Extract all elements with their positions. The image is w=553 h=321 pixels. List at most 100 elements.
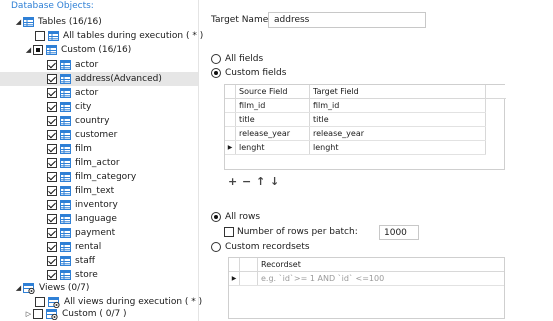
all-views-checkbox[interactable] (35, 297, 45, 307)
target-field-cell[interactable]: title (310, 113, 486, 126)
all-tables-label: All tables during execution ( * ) (63, 31, 204, 41)
column-header-source-field[interactable]: Source Field (236, 85, 310, 98)
current-row-arrow-icon: ▶ (229, 272, 240, 285)
tree-item-all-tables[interactable]: All tables during execution ( * ) (35, 29, 203, 43)
all-fields-option[interactable]: All fields (211, 54, 263, 64)
table-item-film-actor[interactable]: film_actor (0, 156, 198, 170)
table-item-payment[interactable]: payment (0, 226, 198, 240)
field-mapping-grid[interactable]: Source Field Target Field film_id film_i… (224, 84, 506, 170)
expand-arrow-icon[interactable]: ◢ (14, 284, 23, 292)
table-checkbox[interactable] (47, 186, 57, 196)
table-item-language[interactable]: language (0, 212, 198, 226)
table-item-film-category[interactable]: film_category (0, 170, 198, 184)
custom-tables-checkbox[interactable] (33, 45, 43, 55)
custom-fields-radio[interactable] (211, 68, 221, 78)
table-icon (60, 256, 71, 266)
table-icon (60, 200, 71, 210)
source-field-cell[interactable]: title (236, 113, 310, 126)
recordset-grid[interactable]: Recordset ▶ e.g. `id`>= 1 AND `id` <=100 (228, 257, 505, 319)
tree-node-views[interactable]: ◢ Views (0/7) (14, 281, 89, 295)
rows-per-batch-checkbox[interactable] (224, 227, 234, 237)
recordset-placeholder[interactable]: e.g. `id`>= 1 AND `id` <=100 (258, 272, 504, 285)
table-item-label: customer (75, 130, 118, 140)
table-row[interactable]: title title (225, 113, 486, 127)
table-item-label: film_actor (75, 158, 120, 168)
target-field-cell[interactable]: release_year (310, 127, 486, 140)
move-down-button[interactable]: ↓ (270, 176, 279, 188)
tree-node-custom[interactable]: ◢ Custom (16/16) (24, 43, 131, 57)
source-field-cell[interactable]: release_year (236, 127, 310, 140)
all-rows-radio[interactable] (211, 212, 221, 222)
tree-node-tables[interactable]: ◢ Tables (16/16) (14, 15, 102, 29)
table-item-inventory[interactable]: inventory (0, 198, 198, 212)
table-item-film-text[interactable]: film_text (0, 184, 198, 198)
expand-arrow-icon[interactable]: ◢ (24, 46, 33, 54)
custom-recordsets-radio[interactable] (211, 242, 221, 252)
row-indicator (225, 99, 236, 112)
remove-field-button[interactable]: − (242, 176, 251, 188)
table-checkbox[interactable] (47, 158, 57, 168)
tree-node-custom-label: Custom (16/16) (61, 45, 132, 55)
table-checkbox[interactable] (47, 88, 57, 98)
table-item-city[interactable]: city (0, 100, 198, 114)
table-checkbox[interactable] (47, 172, 57, 182)
target-field-cell[interactable]: lenght (310, 141, 486, 154)
column-header-target-field[interactable]: Target Field (310, 85, 486, 98)
table-checkbox[interactable] (47, 102, 57, 112)
table-checkbox[interactable] (47, 214, 57, 224)
table-item-actor[interactable]: actor (0, 58, 198, 72)
table-item-label: film_category (75, 172, 137, 182)
custom-recordsets-option[interactable]: Custom recordsets (211, 242, 310, 252)
column-header-recordset[interactable]: Recordset (258, 258, 504, 271)
table-group-icon (23, 17, 34, 27)
table-checkbox[interactable] (47, 270, 57, 280)
table-checkbox[interactable] (47, 60, 57, 70)
section-title: Database Objects: (11, 1, 94, 11)
add-field-button[interactable]: + (228, 176, 237, 188)
target-name-input[interactable] (268, 12, 426, 28)
table-icon (60, 116, 71, 126)
table-item-actor-2[interactable]: actor (0, 86, 198, 100)
table-item-country[interactable]: country (0, 114, 198, 128)
row-indicator (225, 113, 236, 126)
row-indicator-header (229, 258, 240, 271)
row-indicator-header (225, 85, 236, 98)
table-row[interactable]: film_id film_id (225, 99, 486, 113)
source-field-cell[interactable]: lenght (236, 141, 310, 154)
table-row[interactable]: release_year release_year (225, 127, 486, 141)
all-rows-option[interactable]: All rows (211, 212, 260, 222)
table-checkbox[interactable] (47, 144, 57, 154)
collapse-arrow-icon[interactable]: ▷ (24, 310, 33, 318)
table-item-customer[interactable]: customer (0, 128, 198, 142)
table-checkbox[interactable] (47, 74, 57, 84)
table-item-store[interactable]: store (0, 268, 198, 282)
rows-per-batch-input[interactable] (379, 225, 419, 240)
table-item-staff[interactable]: staff (0, 254, 198, 268)
table-group-icon (46, 45, 57, 55)
target-field-cell[interactable]: film_id (310, 99, 486, 112)
table-item-rental[interactable]: rental (0, 240, 198, 254)
table-item-film[interactable]: film (0, 142, 198, 156)
custom-fields-option[interactable]: Custom fields (211, 68, 286, 78)
expand-arrow-icon[interactable]: ◢ (14, 18, 23, 26)
rows-per-batch-option[interactable]: Number of rows per batch: (224, 227, 358, 237)
move-up-button[interactable]: ↑ (256, 176, 265, 188)
table-row-new[interactable]: ▶ e.g. `id`>= 1 AND `id` <=100 (229, 272, 504, 286)
table-row-current[interactable]: ▶ lenght lenght (225, 141, 486, 155)
table-checkbox[interactable] (47, 228, 57, 238)
blank-header-cell (240, 258, 258, 271)
all-fields-radio[interactable] (211, 54, 221, 64)
table-checkbox[interactable] (47, 130, 57, 140)
tree-node-custom-views[interactable]: ▷ Custom ( 0/7 ) (24, 307, 127, 321)
source-field-cell[interactable]: film_id (236, 99, 310, 112)
table-checkbox[interactable] (47, 200, 57, 210)
table-item-address[interactable]: address(Advanced) (0, 72, 198, 86)
table-item-label: actor (75, 88, 99, 98)
all-tables-checkbox[interactable] (35, 31, 45, 41)
table-checkbox[interactable] (47, 242, 57, 252)
table-item-label: city (75, 102, 92, 112)
custom-views-checkbox[interactable] (33, 309, 43, 319)
table-checkbox[interactable] (47, 256, 57, 266)
table-checkbox[interactable] (47, 116, 57, 126)
view-group-icon (46, 308, 58, 320)
